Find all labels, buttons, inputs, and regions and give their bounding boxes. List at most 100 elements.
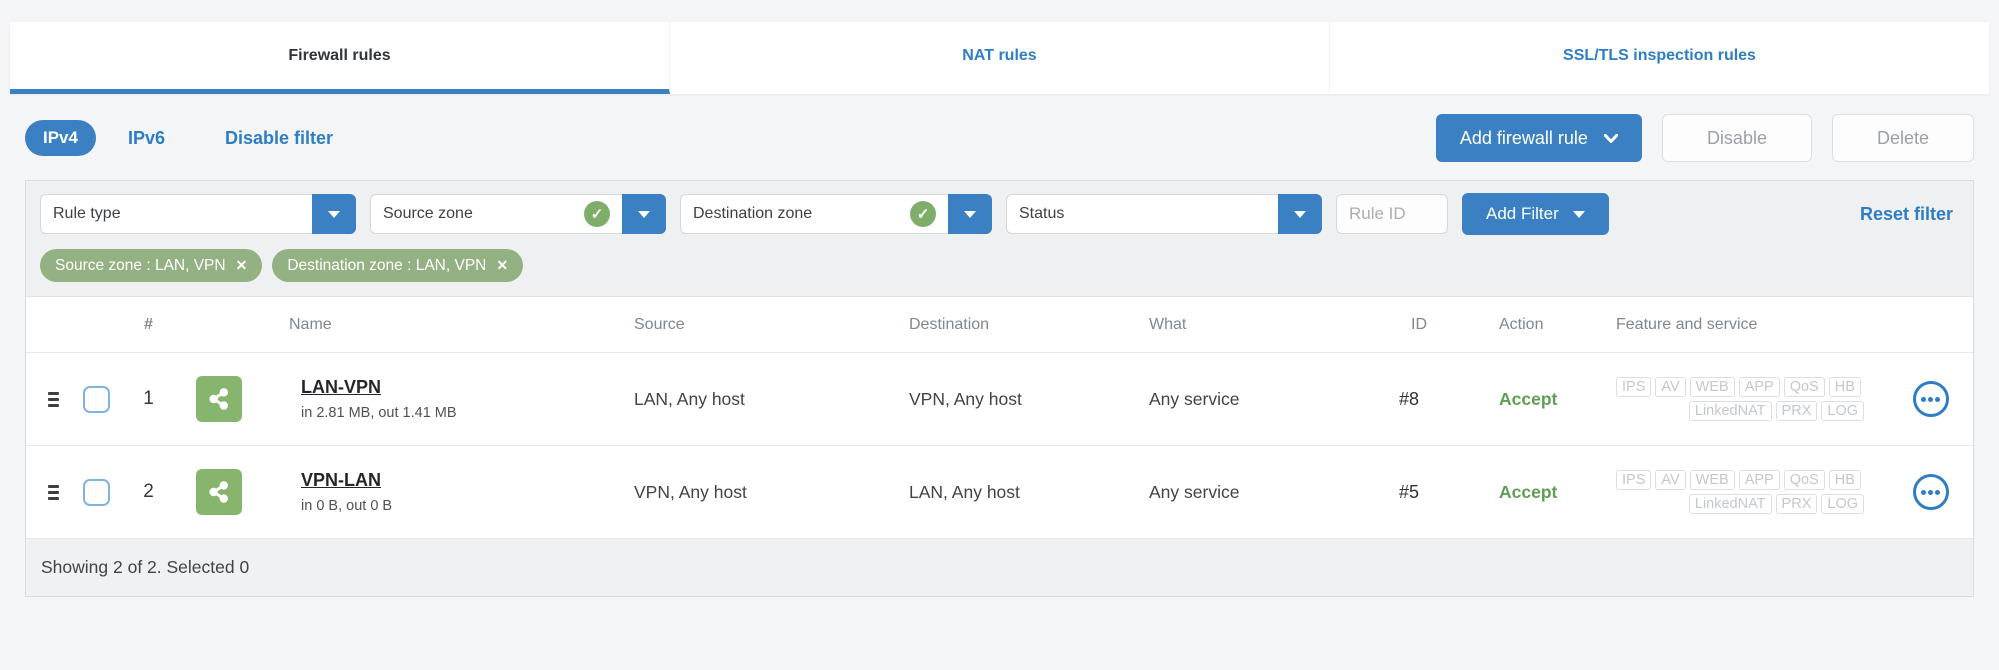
destination-zone-dropdown-button[interactable] [948, 194, 992, 234]
badge-linkednat: LinkedNAT [1688, 401, 1772, 421]
badge-av: AV [1655, 470, 1686, 490]
destination-zone-dropdown-label: Destination zone [693, 205, 813, 222]
add-filter-label: Add Filter [1486, 204, 1559, 223]
header-name: Name [289, 315, 332, 333]
rule-action: Accept [1499, 388, 1558, 409]
rule-id: #8 [1399, 388, 1420, 409]
table-footer: Showing 2 of 2. Selected 0 [26, 539, 1973, 596]
badge-hb: HB [1828, 377, 1861, 397]
status-dropdown-label: Status [1006, 194, 1278, 234]
source-zone-filter-chip: Source zone : LAN, VPN ✕ [40, 249, 263, 282]
rule-traffic: in 2.81 MB, out 1.41 MB [301, 405, 457, 421]
tab-ssl-tls-inspection-rules[interactable]: SSL/TLS inspection rules [1330, 22, 1989, 94]
remove-chip-icon[interactable]: ✕ [496, 257, 508, 274]
table-header: # Name Source Destination What ID Action… [26, 297, 1973, 353]
badge-log: LOG [1821, 494, 1864, 514]
destination-zone-filter-chip: Destination zone : LAN, VPN ✕ [272, 249, 524, 282]
rule-name-link[interactable]: VPN-LAN [301, 470, 606, 491]
row-checkbox[interactable] [82, 478, 110, 506]
row-number: 2 [143, 481, 154, 502]
rule-traffic: in 0 B, out 0 B [301, 498, 393, 514]
header-source: Source [634, 315, 685, 333]
rules-tab-bar: Firewall rules NAT rules SSL/TLS inspect… [10, 22, 1989, 94]
header-id: ID [1411, 315, 1427, 333]
source-zone-dropdown-label: Source zone [383, 205, 473, 222]
header-feature-and-service: Feature and service [1616, 315, 1758, 333]
badge-web: WEB [1689, 470, 1735, 490]
badge-ips: IPS [1616, 377, 1652, 397]
source-zone-dropdown-button[interactable] [622, 194, 666, 234]
row-menu-icon[interactable] [1912, 474, 1949, 510]
badge-qos: QoS [1783, 470, 1825, 490]
rule-source: VPN, Any host [634, 481, 747, 502]
drag-handle-icon[interactable] [36, 391, 71, 407]
filter-bar: Rule type Source zone ✓ Destination zone… [26, 181, 1973, 247]
badge-av: AV [1655, 377, 1686, 397]
rule-action: Accept [1499, 481, 1558, 502]
rule-type-dropdown[interactable]: Rule type [40, 194, 356, 234]
rule-type-dropdown-label: Rule type [40, 194, 312, 234]
badge-ips: IPS [1616, 470, 1652, 490]
destination-zone-dropdown[interactable]: Destination zone ✓ [680, 194, 992, 234]
disable-filter-link[interactable]: Disable filter [225, 128, 333, 149]
network-share-icon [195, 469, 242, 515]
add-firewall-rule-label: Add firewall rule [1459, 127, 1588, 148]
row-number: 1 [143, 388, 154, 409]
rule-source: LAN, Any host [634, 388, 745, 409]
badge-app: APP [1738, 470, 1780, 490]
toolbar: IPv4 IPv6 Disable filter Add firewall ru… [25, 114, 1974, 162]
feature-badges: IPS AV WEB APP QoS HB LinkedNAT PRX LOG [1571, 377, 1888, 421]
tab-firewall-rules[interactable]: Firewall rules [10, 22, 670, 94]
status-dropdown[interactable]: Status [1006, 194, 1322, 234]
badge-hb: HB [1828, 470, 1861, 490]
triangle-down-icon [964, 210, 976, 218]
status-dropdown-button[interactable] [1278, 194, 1322, 234]
chip-label: Source zone : LAN, VPN [55, 256, 226, 274]
rule-id: #5 [1399, 481, 1420, 502]
source-zone-dropdown[interactable]: Source zone ✓ [370, 194, 666, 234]
ipv4-toggle[interactable]: IPv4 [25, 120, 96, 156]
table-row: 2 VPN-LAN in 0 B, out 0 B VPN, Any host … [26, 446, 1973, 539]
rule-destination: LAN, Any host [909, 481, 1020, 502]
feature-badges: IPS AV WEB APP QoS HB LinkedNAT PRX LOG [1571, 470, 1888, 514]
disable-button[interactable]: Disable [1661, 114, 1812, 162]
remove-chip-icon[interactable]: ✕ [236, 257, 248, 274]
rule-id-input[interactable] [1336, 194, 1448, 234]
badge-linkednat: LinkedNAT [1688, 494, 1772, 514]
table-row: 1 LAN-VPN in 2.81 MB, out 1.41 MB LAN, A… [26, 353, 1973, 446]
network-share-icon [195, 376, 242, 422]
tab-nat-rules[interactable]: NAT rules [670, 22, 1330, 94]
rule-destination: VPN, Any host [909, 388, 1022, 409]
badge-app: APP [1738, 377, 1780, 397]
row-menu-icon[interactable] [1912, 381, 1949, 417]
triangle-down-icon [1572, 210, 1585, 218]
rule-what: Any service [1149, 388, 1240, 409]
badge-qos: QoS [1783, 377, 1825, 397]
header-number: # [144, 315, 153, 333]
drag-handle-icon[interactable] [36, 484, 71, 500]
ipv6-toggle[interactable]: IPv6 [128, 128, 165, 149]
rule-what: Any service [1149, 481, 1240, 502]
check-circle-icon: ✓ [910, 201, 936, 227]
toolbar-actions: Add firewall rule Disable Delete [1435, 114, 1974, 162]
row-checkbox[interactable] [82, 385, 110, 413]
badge-log: LOG [1821, 401, 1864, 421]
reset-filter-link[interactable]: Reset filter [1860, 204, 1953, 225]
firewall-rules-card: Rule type Source zone ✓ Destination zone… [25, 180, 1974, 597]
rule-type-dropdown-button[interactable] [312, 194, 356, 234]
badge-prx: PRX [1775, 494, 1818, 514]
header-action: Action [1499, 315, 1544, 333]
active-filter-chips: Source zone : LAN, VPN ✕ Destination zon… [26, 247, 1973, 297]
badge-prx: PRX [1775, 401, 1818, 421]
chip-label: Destination zone : LAN, VPN [287, 256, 487, 274]
triangle-down-icon [638, 210, 650, 218]
delete-button[interactable]: Delete [1831, 114, 1974, 162]
rule-name-link[interactable]: LAN-VPN [301, 377, 606, 398]
add-filter-button[interactable]: Add Filter [1462, 193, 1609, 235]
showing-status-text: Showing 2 of 2. Selected 0 [41, 557, 250, 577]
chevron-down-icon [1603, 133, 1618, 143]
add-firewall-rule-button[interactable]: Add firewall rule [1435, 114, 1642, 162]
triangle-down-icon [1294, 210, 1306, 218]
badge-web: WEB [1689, 377, 1735, 397]
header-destination: Destination [909, 315, 990, 333]
